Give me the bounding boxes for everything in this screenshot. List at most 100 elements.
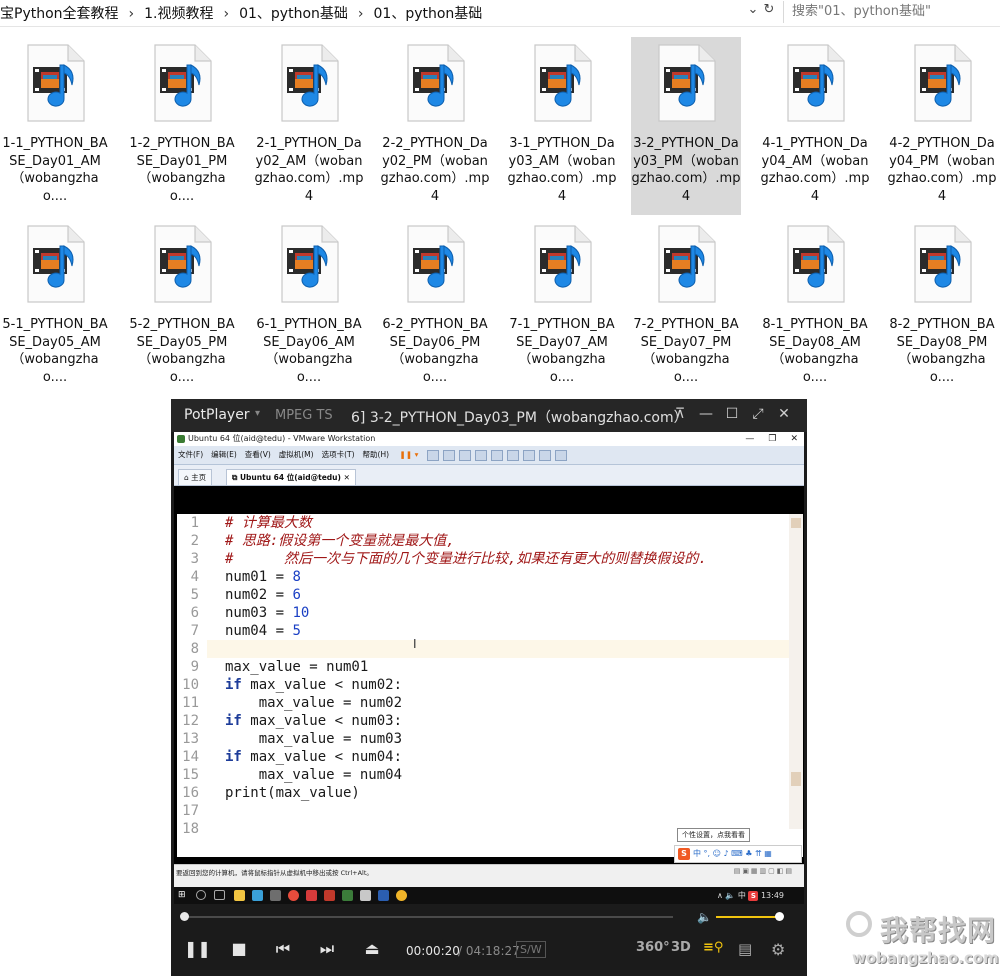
search-input[interactable]: 搜索"01、python基础" — [783, 1, 999, 23]
app-icon[interactable] — [252, 890, 263, 901]
pin-icon[interactable]: ⊼ — [667, 406, 693, 422]
device-icons[interactable]: ▤▣▦▥▢◧▤ — [734, 867, 794, 875]
file-item[interactable]: 5-2_PYTHON_BASE_Day05_PM（wobangzhao.... — [127, 218, 237, 386]
eject-button[interactable]: ⏏ — [361, 939, 383, 958]
sogou-ime-icon[interactable]: S — [678, 847, 690, 860]
tray-icons[interactable]: ∧ 🔈 中 — [717, 891, 746, 900]
file-item[interactable]: 6-2_PYTHON_BASE_Day06_PM（wobangzhao.... — [380, 218, 490, 386]
console-icon[interactable] — [554, 449, 567, 461]
sogou-tray-icon[interactable]: S — [748, 890, 759, 901]
minimize-icon[interactable]: — — [693, 406, 719, 422]
send-keys-icon[interactable] — [426, 449, 439, 461]
file-item[interactable]: 2-2_PYTHON_Day02_PM（wobangzhao.com）.mp4 — [380, 37, 490, 205]
refresh-icon[interactable]: ↻ — [761, 2, 777, 17]
pause-icon[interactable]: ❚❚ ▾ — [399, 450, 418, 459]
tab-ubuntu[interactable]: ⧉ Ubuntu 64 位(aid@tedu) ✕ — [226, 469, 356, 485]
maximize-icon[interactable]: ☐ — [719, 406, 745, 422]
app-icon[interactable] — [324, 890, 335, 901]
snapshot-icon[interactable] — [442, 449, 455, 461]
file-item[interactable]: 5-1_PYTHON_BASE_Day05_AM（wobangzhao.... — [0, 218, 110, 386]
app-icon[interactable] — [360, 890, 371, 901]
volume-handle[interactable] — [774, 912, 784, 921]
line-number: 1 — [190, 515, 199, 531]
menu-edit[interactable]: 编辑(E) — [211, 450, 237, 459]
menu-help[interactable]: 帮助(H) — [363, 450, 390, 459]
file-item[interactable]: 7-1_PYTHON_BASE_Day07_AM（wobangzhao.... — [507, 218, 617, 386]
vm-guest-screen[interactable]: 1 2 3 4 5 6 7 8 9 10 11 12 13 14 15 16 17 18 # 计算最大数 # 思路:… — [174, 486, 804, 864]
line-number: 9 — [190, 659, 199, 675]
file-item[interactable]: 8-2_PYTHON_BASE_Day08_PM（wobangzhao.... — [887, 218, 997, 386]
code-editor[interactable]: 1 2 3 4 5 6 7 8 9 10 11 12 13 14 15 16 17 18 # 计算最大数 # 思路:… — [177, 514, 803, 863]
file-item[interactable]: 1-1_PYTHON_BASE_Day01_AM（wobangzhao.... — [0, 37, 110, 205]
seek-handle[interactable] — [179, 912, 189, 921]
tab-home[interactable]: ⌂ 主页 — [178, 469, 213, 485]
file-explorer-icon[interactable] — [234, 890, 245, 901]
3d-button[interactable]: 3D — [671, 940, 691, 955]
breadcrumb-item[interactable]: 01、python基础 — [374, 6, 483, 22]
minimize-icon[interactable]: — — [745, 434, 754, 444]
file-item[interactable]: 7-2_PYTHON_BASE_Day07_PM（wobangzhao.... — [631, 218, 741, 386]
windows-start-icon[interactable]: ⊞ — [178, 890, 189, 901]
ime-toolbar-icons[interactable]: 中 °, ☺ ♪ ⌨ ♣ ⇈ ▦ — [693, 849, 772, 858]
task-view-icon[interactable] — [214, 890, 225, 900]
video-file-icon — [784, 224, 846, 304]
file-item[interactable]: 4-1_PYTHON_Day04_AM（wobangzhao.com）.mp4 — [760, 37, 870, 205]
pause-button[interactable]: ❚❚ — [184, 939, 211, 958]
app-icon[interactable] — [306, 890, 317, 901]
menu-view[interactable]: 查看(V) — [245, 450, 271, 459]
video-file-icon — [531, 43, 593, 123]
playlist-icon[interactable]: ▤ — [738, 940, 752, 958]
app-icon[interactable] — [396, 890, 407, 901]
close-icon[interactable]: ✕ — [771, 406, 797, 422]
file-item[interactable]: 3-1_PYTHON_Day03_AM（wobangzhao.com）.mp4 — [507, 37, 617, 205]
word-icon[interactable] — [378, 890, 389, 901]
vmware-title: Ubuntu 64 位(aid@tedu) - VMware Workstati… — [188, 434, 376, 443]
playlist-search-icon[interactable]: ≡⚲ — [703, 940, 723, 955]
app-icon[interactable] — [270, 890, 281, 901]
chevron-down-icon[interactable]: ▾ — [255, 408, 260, 419]
revert-icon[interactable] — [458, 449, 471, 461]
close-icon[interactable]: ✕ — [790, 434, 798, 444]
manage-snapshots-icon[interactable] — [474, 449, 487, 461]
fullscreen-icon[interactable]: ⤢ — [745, 406, 771, 422]
code-number: 8 — [292, 569, 301, 585]
potplayer-window: PotPlayer ▾ MPEG TS 6] 3-2_PYTHON_Day03_… — [171, 399, 807, 976]
unity-icon[interactable] — [538, 449, 551, 461]
library-icon[interactable] — [490, 449, 503, 461]
breadcrumb-item[interactable]: 宝Python全套教程 — [0, 6, 119, 22]
search-icon[interactable] — [196, 890, 206, 900]
file-item[interactable]: 8-1_PYTHON_BASE_Day08_AM（wobangzhao.... — [760, 218, 870, 386]
vmware-icon[interactable] — [342, 890, 353, 901]
file-item[interactable]: 6-1_PYTHON_BASE_Day06_AM（wobangzhao.... — [254, 218, 364, 386]
volume-icon[interactable]: 🔈 — [697, 910, 712, 924]
player-brand[interactable]: PotPlayer — [184, 407, 250, 423]
file-item[interactable]: 1-2_PYTHON_BASE_Day01_PM（wobangzhao.... — [127, 37, 237, 205]
restore-icon[interactable]: ❐ — [768, 434, 776, 444]
file-item[interactable]: 3-2_PYTHON_Day03_PM（wobangzhao.com）.mp4 — [631, 37, 741, 215]
player-title: 6] 3-2_PYTHON_Day03_PM（wobangzhao.com） — [351, 410, 688, 426]
volume-slider[interactable] — [716, 916, 779, 918]
sw-decoder-badge[interactable]: S/W — [516, 941, 546, 958]
stop-button[interactable]: ■ — [228, 939, 250, 958]
fullscreen-icon[interactable] — [522, 449, 535, 461]
system-tray[interactable]: ∧ 🔈 中 S 13:49 — [717, 890, 784, 901]
breadcrumb-item[interactable]: 1.视频教程 — [144, 6, 213, 22]
file-name: 1-1_PYTHON_BASE_Day01_AM（wobangzhao.... — [2, 136, 108, 204]
file-item[interactable]: 2-1_PYTHON_Day02_AM（wobangzhao.com）.mp4 — [254, 37, 364, 205]
vr-360-button[interactable]: 360° — [636, 940, 670, 955]
breadcrumb-item[interactable]: 01、python基础 — [239, 6, 348, 22]
menu-file[interactable]: 文件(F) — [178, 450, 203, 459]
current-line-highlight — [207, 640, 803, 658]
file-item[interactable]: 4-2_PYTHON_Day04_PM（wobangzhao.com）.mp4 — [887, 37, 997, 205]
chrome-icon[interactable] — [288, 890, 299, 901]
ime-toolbar[interactable]: S中 °, ☺ ♪ ⌨ ♣ ⇈ ▦ — [674, 845, 802, 863]
menu-tabs[interactable]: 选项卡(T) — [322, 450, 355, 459]
previous-button[interactable]: ⏮ — [272, 939, 294, 959]
chevron-down-icon[interactable]: ⌄ — [745, 2, 761, 17]
thumbnail-icon[interactable] — [506, 449, 519, 461]
close-icon[interactable]: ✕ — [344, 473, 350, 482]
seek-track[interactable] — [183, 916, 673, 918]
menu-vm[interactable]: 虚拟机(M) — [279, 450, 314, 459]
settings-gear-icon[interactable]: ⚙ — [771, 940, 785, 959]
next-button[interactable]: ⏭ — [316, 939, 338, 959]
